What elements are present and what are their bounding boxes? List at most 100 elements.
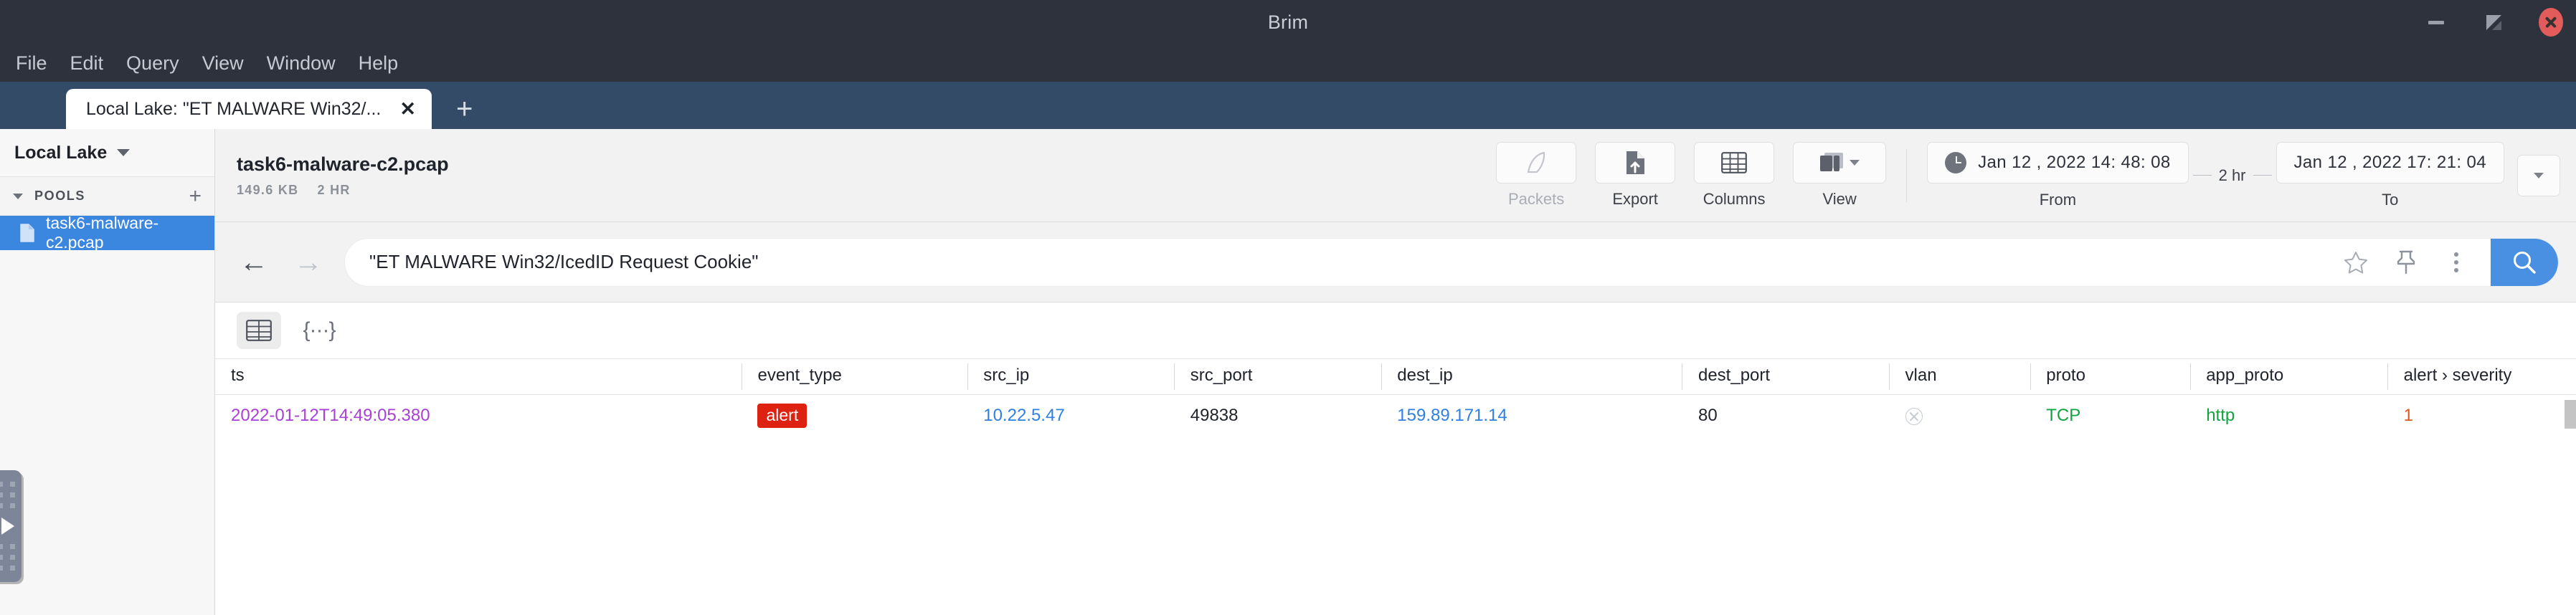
time-from-box[interactable]: Jan 12 , 2022 14: 48: 08 bbox=[1927, 141, 2189, 183]
cell-src-ip: 10.22.5.47 bbox=[983, 406, 1065, 426]
time-to-label: To bbox=[2382, 190, 2399, 209]
dash-right bbox=[2253, 175, 2272, 176]
layout-panels-icon bbox=[1793, 142, 1887, 183]
close-icon bbox=[2539, 8, 2563, 37]
maximize-button[interactable] bbox=[2481, 10, 2506, 34]
history-back-button[interactable]: ← bbox=[235, 248, 273, 277]
file-meta: task6-malware-c2.pcap 149.6 KB 2 HR bbox=[237, 153, 610, 198]
sidebar: Local Lake POOLS + task6-malware-c2.pcap bbox=[0, 129, 215, 615]
braces-icon: {···} bbox=[303, 318, 336, 342]
search-input[interactable]: "ET MALWARE Win32/IcedID Request Cookie" bbox=[369, 251, 2343, 273]
history-forward-button[interactable]: → bbox=[290, 248, 327, 277]
add-pool-button[interactable]: + bbox=[189, 185, 202, 207]
view-mode-tabs: {···} bbox=[215, 302, 2576, 358]
close-button[interactable] bbox=[2539, 8, 2563, 37]
cell-vlan bbox=[1890, 395, 2031, 437]
file-icon bbox=[20, 224, 34, 242]
time-from[interactable]: Jan 12 , 2022 14: 48: 08 From bbox=[1927, 141, 2189, 209]
export-label: Export bbox=[1612, 190, 1658, 208]
table-columns-icon bbox=[1694, 142, 1775, 183]
toolbar-divider bbox=[1906, 148, 1908, 202]
column-header-dest-ip[interactable]: dest_ip bbox=[1381, 358, 1682, 395]
star-icon[interactable] bbox=[2343, 249, 2369, 275]
table-header-row: ts event_type src_ip src_port dest_ip de… bbox=[215, 358, 2576, 395]
sidebar-item-pool[interactable]: task6-malware-c2.pcap bbox=[0, 214, 214, 252]
chevron-down-icon bbox=[13, 193, 23, 199]
file-duration: 2 HR bbox=[317, 182, 351, 197]
time-duration: 2 hr bbox=[2192, 155, 2272, 196]
tab-bar: Local Lake: "ET MALWARE Win32/... ✕ + bbox=[0, 82, 2576, 129]
main-panel: task6-malware-c2.pcap 149.6 KB 2 HR Pack… bbox=[215, 129, 2576, 615]
menu-item-file[interactable]: File bbox=[6, 49, 57, 77]
column-header-src-ip[interactable]: src_ip bbox=[967, 358, 1175, 395]
time-to-box[interactable]: Jan 12 , 2022 17: 21: 04 bbox=[2276, 141, 2504, 183]
file-size: 149.6 KB bbox=[237, 182, 299, 197]
column-header-event-type[interactable]: event_type bbox=[741, 358, 968, 395]
chevron-down-icon bbox=[1850, 160, 1860, 166]
menu-item-window[interactable]: Window bbox=[257, 49, 346, 77]
tab-label: Local Lake: "ET MALWARE Win32/... bbox=[86, 98, 382, 119]
title-bar: Brim bbox=[0, 0, 2576, 44]
table-row[interactable]: 2022-01-12T14:49:05.380 alert 10.22.5.47… bbox=[215, 395, 2576, 437]
view-button[interactable]: View bbox=[1793, 142, 1887, 209]
file-export-icon bbox=[1595, 142, 1676, 183]
results-table: ts event_type src_ip src_port dest_ip de… bbox=[215, 358, 2576, 615]
column-header-app-proto[interactable]: app_proto bbox=[2189, 358, 2388, 395]
cell-ts: 2022-01-12T14:49:05.380 bbox=[231, 406, 430, 426]
chevron-down-icon bbox=[117, 149, 131, 156]
tab-close-icon[interactable]: ✕ bbox=[399, 99, 416, 119]
pools-section-header[interactable]: POOLS + bbox=[0, 177, 214, 216]
search-icon bbox=[2514, 251, 2536, 274]
search-bar: ← → "ET MALWARE Win32/IcedID Request Coo… bbox=[215, 222, 2576, 302]
tab-json-view[interactable]: {···} bbox=[297, 312, 341, 349]
minimize-icon bbox=[2428, 20, 2444, 24]
search-submit-button[interactable] bbox=[2491, 238, 2558, 286]
packets-label: Packets bbox=[1507, 190, 1565, 208]
new-tab-button[interactable]: + bbox=[432, 95, 494, 129]
sidebar-resize-handle[interactable] bbox=[0, 470, 22, 582]
menu-item-help[interactable]: Help bbox=[349, 49, 409, 77]
time-from-value: Jan 12 , 2022 14: 48: 08 bbox=[1978, 152, 2171, 172]
expand-arrow-icon bbox=[1, 518, 14, 535]
cell-dest-port: 80 bbox=[1697, 406, 1718, 426]
lake-name: Local Lake bbox=[14, 142, 108, 163]
duration-value: 2 hr bbox=[2218, 166, 2246, 184]
time-range-more-button[interactable] bbox=[2517, 154, 2560, 196]
packets-button[interactable]: Packets bbox=[1496, 142, 1577, 209]
export-button[interactable]: Export bbox=[1595, 142, 1676, 209]
column-header-src-port[interactable]: src_port bbox=[1174, 358, 1382, 395]
menu-item-view[interactable]: View bbox=[192, 49, 254, 77]
lake-selector[interactable]: Local Lake bbox=[0, 129, 214, 176]
duration-line: 2 hr bbox=[2192, 166, 2272, 185]
table-icon bbox=[246, 320, 272, 341]
null-value-icon bbox=[1905, 407, 1923, 425]
time-to[interactable]: Jan 12 , 2022 17: 21: 04 To bbox=[2276, 141, 2504, 209]
view-label: View bbox=[1822, 190, 1857, 208]
vertical-scrollbar[interactable] bbox=[2565, 400, 2576, 429]
tab-local-lake[interactable]: Local Lake: "ET MALWARE Win32/... ✕ bbox=[66, 89, 432, 129]
cell-src-port: 49838 bbox=[1190, 406, 1239, 426]
status-badge: alert bbox=[757, 404, 808, 429]
cell-alert-severity: 1 bbox=[2403, 406, 2413, 426]
time-to-value: Jan 12 , 2022 17: 21: 04 bbox=[2293, 152, 2486, 172]
column-header-vlan[interactable]: vlan bbox=[1889, 358, 2031, 395]
columns-button[interactable]: Columns bbox=[1694, 142, 1775, 209]
kebab-menu-icon[interactable] bbox=[2443, 249, 2469, 275]
pin-icon[interactable] bbox=[2393, 249, 2419, 275]
cell-event-type: alert bbox=[742, 395, 967, 437]
column-header-dest-port[interactable]: dest_port bbox=[1682, 358, 1890, 395]
toolbar-actions: Packets Export Columns View bbox=[1496, 142, 1887, 209]
menu-item-query[interactable]: Query bbox=[116, 49, 189, 77]
time-range-picker: Jan 12 , 2022 14: 48: 08 From 2 hr Jan 1… bbox=[1927, 141, 2560, 209]
window-title: Brim bbox=[1267, 11, 1309, 33]
column-header-proto[interactable]: proto bbox=[2030, 358, 2191, 395]
menu-item-edit[interactable]: Edit bbox=[60, 49, 114, 77]
search-field[interactable]: "ET MALWARE Win32/IcedID Request Cookie" bbox=[344, 237, 2559, 287]
minimize-button[interactable] bbox=[2424, 10, 2448, 34]
tab-table-view[interactable] bbox=[237, 312, 281, 349]
column-header-ts[interactable]: ts bbox=[215, 358, 742, 395]
column-header-alert-severity[interactable]: alert › severity bbox=[2387, 358, 2576, 395]
chevron-down-icon bbox=[2534, 172, 2544, 178]
search-field-icons bbox=[2343, 249, 2491, 275]
